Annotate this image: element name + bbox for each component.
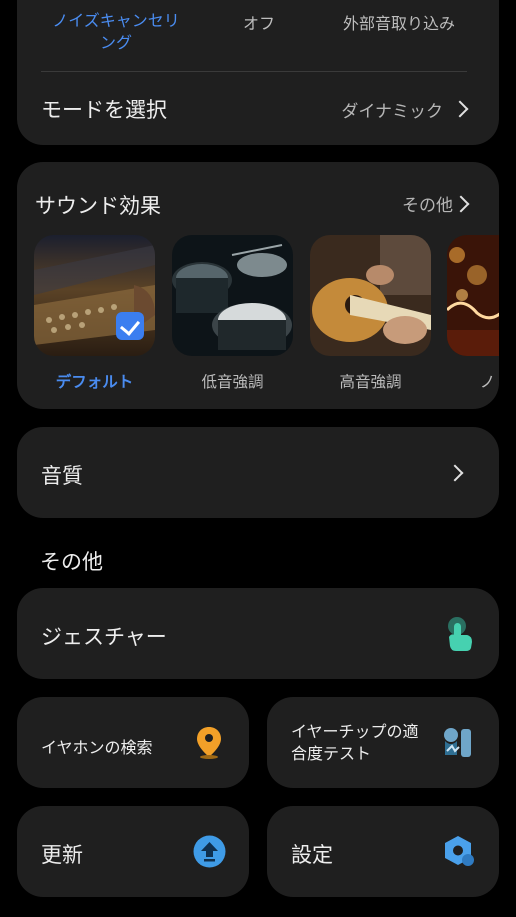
anc-mode-off[interactable]: オフ <box>227 10 291 34</box>
sound-quality-row[interactable]: 音質 <box>17 427 499 518</box>
sound-effects-more-button[interactable]: その他 <box>375 186 485 220</box>
divider <box>41 71 467 72</box>
selected-check-icon <box>116 312 144 340</box>
settings-tile[interactable]: 設定 <box>267 806 499 897</box>
update-arrow-icon <box>193 835 226 872</box>
ear-tip-fit-icon <box>443 727 473 763</box>
sound-effects-title: サウンド効果 <box>35 194 161 218</box>
sound-effects-card: サウンド効果 その他 デフォルト 低音強調 高音強調 ノ <box>17 162 499 409</box>
find-earbuds-label: イヤホンの検索 <box>41 738 153 757</box>
effect-default-label: デフォルト <box>55 373 134 391</box>
ear-tip-fit-test-label: イヤーチップの適合度テスト <box>291 722 419 763</box>
ear-tip-fit-test-tile[interactable]: イヤーチップの適合度テスト <box>267 697 499 788</box>
effect-default-thumb[interactable] <box>34 235 155 356</box>
effect-next-label: ノ <box>479 373 496 391</box>
effect-treble-boost-label: 高音強調 <box>339 373 402 391</box>
effect-bass-boost-thumb[interactable] <box>172 235 293 356</box>
chevron-right-icon <box>446 464 464 482</box>
chevron-right-icon <box>451 100 469 118</box>
gesture-label: ジェスチャー <box>41 625 167 649</box>
location-pin-icon <box>197 727 221 763</box>
find-earbuds-tile[interactable]: イヤホンの検索 <box>17 697 249 788</box>
anc-card: ノイズキャンセリング オフ 外部音取り込み モードを選択 ダイナミック <box>17 0 499 145</box>
mode-select-value: ダイナミック <box>341 102 443 122</box>
touch-hand-icon <box>445 615 473 655</box>
anc-mode-noise-cancelling[interactable]: ノイズキャンセリング <box>51 10 181 54</box>
mode-select-label: モードを選択 <box>41 98 167 122</box>
update-tile[interactable]: 更新 <box>17 806 249 897</box>
settings-label: 設定 <box>291 843 333 867</box>
effect-bass-boost-label: 低音強調 <box>201 373 264 391</box>
anc-mode-ambient[interactable]: 外部音取り込み <box>339 10 459 34</box>
gear-icon <box>443 835 477 873</box>
effect-treble-boost-thumb[interactable] <box>310 235 431 356</box>
effect-next-thumb[interactable] <box>447 235 499 356</box>
update-label: 更新 <box>41 843 83 867</box>
other-section-title: その他 <box>40 550 103 574</box>
chevron-right-icon <box>452 195 470 213</box>
more-label: その他 <box>402 196 453 216</box>
gesture-tile[interactable]: ジェスチャー <box>17 588 499 679</box>
sound-quality-label: 音質 <box>41 464 83 488</box>
mode-select-row[interactable]: モードを選択 ダイナミック <box>17 74 499 144</box>
